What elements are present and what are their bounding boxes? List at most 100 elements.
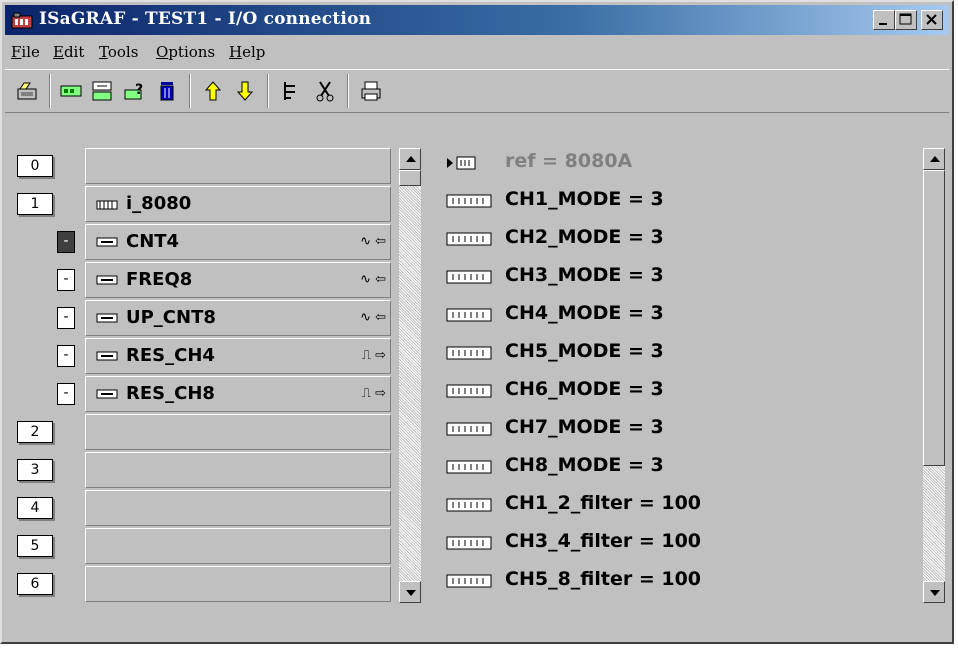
scroll-down-icon bbox=[406, 590, 416, 596]
board-button[interactable] bbox=[57, 78, 85, 104]
toolbar-separator bbox=[189, 74, 191, 108]
channel-row[interactable]: FREQ8 ∿ ⇦ bbox=[85, 262, 391, 298]
slot-row[interactable] bbox=[85, 452, 391, 488]
slot-row[interactable] bbox=[85, 566, 391, 602]
scroll-thumb[interactable] bbox=[399, 170, 421, 186]
maximize-button[interactable] bbox=[895, 10, 917, 30]
channel-row[interactable]: RES_CH4 ⎍ ⇨ bbox=[85, 338, 391, 374]
board-edit-icon bbox=[92, 81, 112, 101]
board-icon bbox=[96, 200, 118, 210]
slot-number-button[interactable]: 5 bbox=[17, 535, 55, 559]
slot-row[interactable] bbox=[85, 414, 391, 450]
move-up-button[interactable] bbox=[199, 78, 227, 104]
toolbar-separator bbox=[49, 74, 51, 108]
parameter-text: CH3_4_filter = 100 bbox=[505, 530, 702, 552]
channel-row[interactable]: UP_CNT8 ∿ ⇦ bbox=[85, 300, 391, 336]
minimize-button[interactable] bbox=[873, 10, 895, 30]
title-bar[interactable]: ISaGRAF - TEST1 - I/O connection bbox=[5, 5, 949, 35]
connector-icon bbox=[96, 351, 118, 361]
delete-button[interactable] bbox=[153, 78, 181, 104]
parameter-text: CH8_MODE = 3 bbox=[505, 454, 664, 476]
channel-marker[interactable]: - bbox=[57, 269, 75, 291]
parameter-icon bbox=[446, 574, 492, 588]
parameter-text: CH6_MODE = 3 bbox=[505, 378, 664, 400]
connector-icon bbox=[96, 389, 118, 399]
parameter-icon bbox=[446, 498, 492, 512]
slot-number-button[interactable]: 6 bbox=[17, 573, 55, 597]
move-down-icon bbox=[236, 81, 254, 101]
parameters-scrollbar[interactable] bbox=[923, 148, 945, 603]
toolbar: ? bbox=[5, 69, 949, 113]
minimize-icon bbox=[879, 23, 887, 25]
open-button[interactable] bbox=[13, 78, 41, 104]
toolbar-separator bbox=[267, 74, 269, 108]
print-button[interactable] bbox=[357, 78, 385, 104]
slot-label: i_8080 bbox=[126, 193, 192, 214]
channel-marker[interactable]: - bbox=[57, 307, 75, 329]
move-down-button[interactable] bbox=[231, 78, 259, 104]
connector-icon bbox=[96, 237, 118, 247]
channel-marker[interactable]: - bbox=[57, 231, 75, 253]
channel-marker[interactable]: - bbox=[57, 345, 75, 367]
scroll-up-icon bbox=[406, 156, 416, 162]
slot-number-button[interactable]: 4 bbox=[17, 497, 55, 521]
channel-row[interactable]: RES_CH8 ⎍ ⇨ bbox=[85, 376, 391, 412]
toolbar-separator bbox=[347, 74, 349, 108]
slot-number-button[interactable]: 0 bbox=[17, 155, 55, 179]
menu-file[interactable]: File bbox=[11, 43, 40, 61]
isagraf-app-icon[interactable] bbox=[11, 11, 33, 29]
digital-output-icon: ⎍ ⇨ bbox=[361, 386, 386, 401]
channel-row[interactable]: CNT4 ∿ ⇦ bbox=[85, 224, 391, 260]
slot-row[interactable] bbox=[85, 148, 391, 184]
slots-scrollbar[interactable] bbox=[399, 148, 421, 603]
menu-help[interactable]: Help bbox=[229, 43, 265, 61]
print-icon bbox=[361, 81, 381, 101]
tree-button[interactable] bbox=[277, 78, 305, 104]
parameter-icon bbox=[446, 460, 492, 474]
slot-number-button[interactable]: 1 bbox=[17, 193, 55, 217]
menu-edit[interactable]: Edit bbox=[53, 43, 84, 61]
parameter-icon bbox=[446, 308, 492, 322]
analog-input-icon: ∿ ⇦ bbox=[360, 272, 386, 287]
board-edit-button[interactable] bbox=[89, 78, 117, 104]
window-title: ISaGRAF - TEST1 - I/O connection bbox=[39, 9, 372, 29]
parameter-icon bbox=[446, 346, 492, 360]
connector-icon bbox=[96, 313, 118, 323]
scroll-down-button[interactable] bbox=[399, 581, 421, 603]
analog-input-icon: ∿ ⇦ bbox=[360, 234, 386, 249]
scroll-up-button[interactable] bbox=[923, 148, 945, 170]
menu-bar: File Edit Tools Options Help bbox=[5, 37, 949, 67]
slot-row[interactable] bbox=[85, 528, 391, 564]
scroll-thumb[interactable] bbox=[923, 170, 945, 466]
parameter-icon bbox=[446, 270, 492, 284]
reference-icon bbox=[447, 156, 476, 170]
scroll-up-button[interactable] bbox=[399, 148, 421, 170]
board-help-icon: ? bbox=[124, 82, 143, 100]
parameter-icon bbox=[446, 384, 492, 398]
parameter-text: CH5_MODE = 3 bbox=[505, 340, 664, 362]
parameter-text: CH3_MODE = 3 bbox=[505, 264, 664, 286]
board-icon bbox=[60, 85, 82, 97]
scroll-down-button[interactable] bbox=[923, 581, 945, 603]
channel-marker[interactable]: - bbox=[57, 383, 75, 405]
parameter-text: CH4_MODE = 3 bbox=[505, 302, 664, 324]
menu-options[interactable]: Options bbox=[156, 43, 215, 61]
close-icon bbox=[926, 14, 937, 25]
parameter-icon bbox=[446, 232, 492, 246]
slot-number-button[interactable]: 3 bbox=[17, 459, 55, 483]
board-help-button[interactable]: ? bbox=[121, 78, 149, 104]
cut-button[interactable] bbox=[311, 78, 339, 104]
parameter-text: CH7_MODE = 3 bbox=[505, 416, 664, 438]
slot-row[interactable] bbox=[85, 490, 391, 526]
parameter-text: CH1_2_filter = 100 bbox=[505, 492, 702, 514]
parameter-text: CH2_MODE = 3 bbox=[505, 226, 664, 248]
parameter-text: ref = 8080A bbox=[505, 150, 633, 172]
connector-icon bbox=[96, 275, 118, 285]
channel-label: FREQ8 bbox=[126, 269, 193, 290]
menu-tools[interactable]: Tools bbox=[99, 43, 138, 61]
cut-icon bbox=[316, 81, 334, 102]
close-button[interactable] bbox=[921, 10, 943, 30]
slot-number-button[interactable]: 2 bbox=[17, 421, 55, 445]
slot-row[interactable]: i_8080 bbox=[85, 186, 391, 222]
delete-icon bbox=[160, 82, 174, 101]
